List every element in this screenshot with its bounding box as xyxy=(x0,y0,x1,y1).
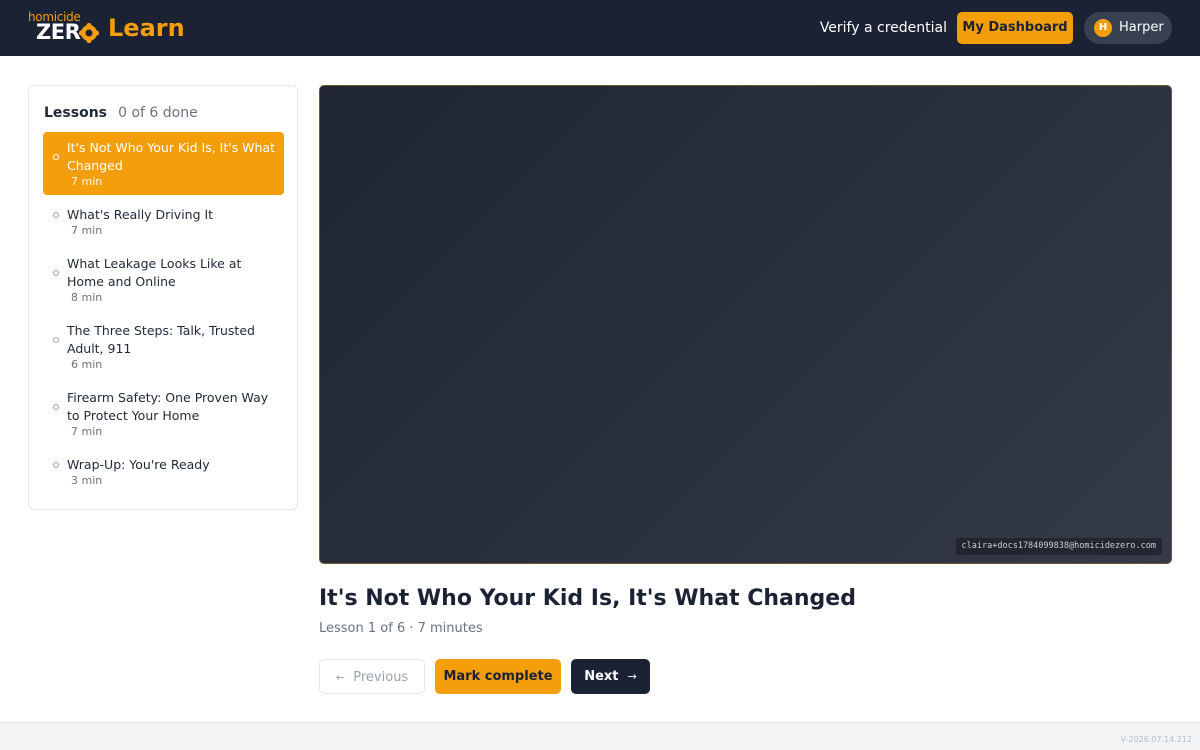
lesson-item-5[interactable]: Firearm Safety: One Proven Way to Protec… xyxy=(43,387,284,445)
lesson-duration: 6 min xyxy=(71,358,103,371)
lessons-progress: 0 of 6 done xyxy=(118,105,198,121)
lesson-item-1[interactable]: It's Not Who Your Kid Is, It's What Chan… xyxy=(43,132,284,195)
lesson-duration: 3 min xyxy=(71,474,103,487)
lesson-status-icon xyxy=(53,154,59,160)
lesson-title: The Three Steps: Talk, Trusted Adult, 91… xyxy=(67,323,255,356)
lesson-meta: Lesson 1 of 6 · 7 minutes xyxy=(319,621,483,636)
lessons-header: Lessons 0 of 6 done xyxy=(44,102,198,122)
logo-zero-text: ZER xyxy=(36,20,81,44)
lesson-duration: 7 min xyxy=(71,224,103,237)
version-label: V-2026.07.14.212 xyxy=(1120,735,1192,744)
footer: V-2026.07.14.212 xyxy=(0,722,1200,750)
my-dashboard-button[interactable]: My Dashboard xyxy=(957,12,1073,44)
next-label: Next xyxy=(584,669,619,684)
lesson-duration: 7 min xyxy=(71,175,103,188)
next-button[interactable]: Next → xyxy=(571,659,650,694)
avatar: H xyxy=(1094,19,1112,37)
top-navbar: homicide ZER Learn Verify a credential M… xyxy=(0,0,1200,56)
lesson-duration: 8 min xyxy=(71,291,103,304)
lesson-item-4[interactable]: The Three Steps: Talk, Trusted Adult, 91… xyxy=(43,320,284,378)
lesson-status-icon xyxy=(53,270,59,276)
lesson-status-icon xyxy=(53,337,59,343)
logo-gear-icon xyxy=(78,22,100,44)
mark-complete-button[interactable]: Mark complete xyxy=(435,659,561,694)
lesson-title: What's Really Driving It xyxy=(67,207,214,222)
previous-button[interactable]: ← Previous xyxy=(319,659,425,694)
lesson-title: It's Not Who Your Kid Is, It's What Chan… xyxy=(67,140,276,173)
lesson-title: What Leakage Looks Like at Home and Onli… xyxy=(67,256,242,289)
verify-credential-link[interactable]: Verify a credential xyxy=(820,19,947,37)
video-player[interactable]: claira+docs1784099838@homicidezero.com xyxy=(319,85,1172,564)
lessons-sidebar: Lessons 0 of 6 done It's Not Who Your Ki… xyxy=(28,85,298,510)
lesson-status-icon xyxy=(53,462,59,468)
arrow-left-icon: ← xyxy=(335,671,345,684)
lesson-status-icon xyxy=(53,212,59,218)
lesson-status-icon xyxy=(53,404,59,410)
user-name: Harper xyxy=(1119,20,1164,35)
lesson-title: Firearm Safety: One Proven Way to Protec… xyxy=(67,390,269,423)
user-menu[interactable]: H Harper xyxy=(1084,12,1172,44)
arrow-right-icon: → xyxy=(627,670,637,683)
lesson-item-2[interactable]: What's Really Driving It 7 min xyxy=(43,204,284,244)
lesson-heading: It's Not Who Your Kid Is, It's What Chan… xyxy=(319,586,856,611)
lesson-duration: 7 min xyxy=(71,425,103,438)
lesson-item-6[interactable]: Wrap-Up: You're Ready 3 min xyxy=(43,454,284,494)
video-watermark: claira+docs1784099838@homicidezero.com xyxy=(955,538,1162,555)
lesson-item-3[interactable]: What Leakage Looks Like at Home and Onli… xyxy=(43,253,284,311)
lessons-title: Lessons xyxy=(44,105,107,121)
lesson-title: Wrap-Up: You're Ready xyxy=(67,457,210,472)
previous-label: Previous xyxy=(353,670,409,685)
logo-learn-text: Learn xyxy=(108,14,185,42)
